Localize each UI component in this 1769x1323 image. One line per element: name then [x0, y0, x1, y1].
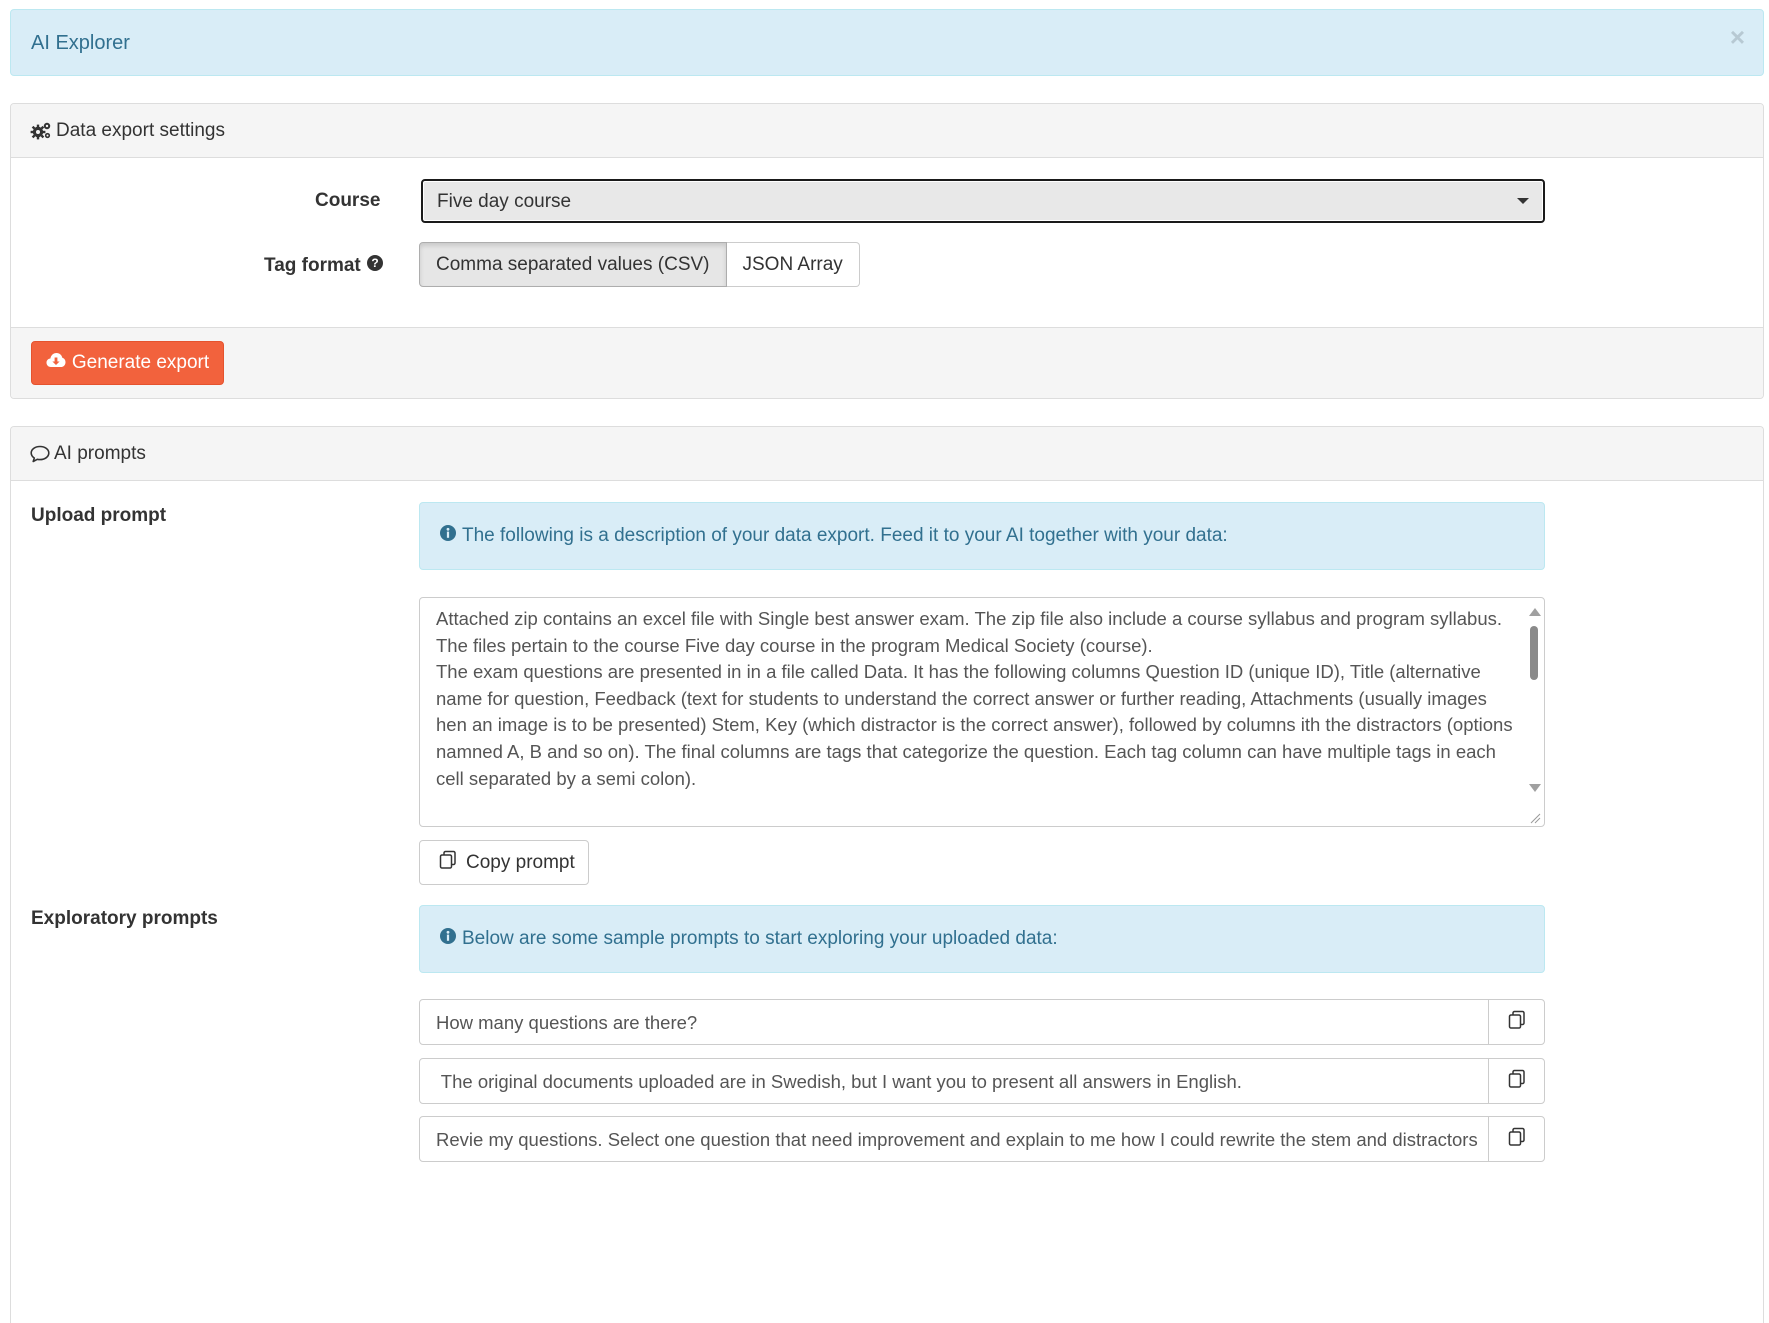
info-circle-icon: [440, 525, 456, 547]
copy-icon: [1507, 1069, 1527, 1094]
sample-prompt-field[interactable]: The original documents uploaded are in S…: [419, 1058, 1489, 1104]
cloud-download-icon: [46, 352, 66, 374]
exploratory-prompts-label: Exploratory prompts: [31, 908, 218, 929]
scroll-down-arrow-icon[interactable]: [1529, 784, 1541, 792]
panel-heading: Data export settings: [11, 104, 1763, 158]
tag-format-json-option[interactable]: JSON Array: [726, 242, 860, 287]
sample-prompt-row: Revie my questions. Select one question …: [419, 1116, 1545, 1162]
scroll-thumb[interactable]: [1530, 626, 1538, 680]
upload-prompt-line: The files pertain to the course Five day…: [436, 634, 1153, 656]
question-circle-icon[interactable]: ?: [366, 255, 383, 277]
generate-export-button[interactable]: Generate export: [31, 341, 224, 385]
sample-prompt-field[interactable]: Revie my questions. Select one question …: [419, 1116, 1489, 1162]
textarea-scrollbar[interactable]: [1526, 602, 1542, 822]
scroll-up-arrow-icon[interactable]: [1529, 608, 1541, 616]
panel-title: Data export settings: [56, 120, 225, 141]
course-select[interactable]: Five day course: [421, 179, 1545, 223]
course-label: Course: [315, 190, 381, 211]
sample-prompt-row: How many questions are there?: [419, 999, 1545, 1045]
tag-format-csv-option[interactable]: Comma separated values (CSV): [419, 242, 727, 287]
upload-prompt-line: Attached zip contains an excel file with…: [436, 608, 1503, 629]
copy-sample-button[interactable]: [1488, 999, 1545, 1045]
upload-prompt-label: Upload prompt: [31, 505, 167, 526]
copy-icon: [1507, 1010, 1527, 1035]
copy-sample-button[interactable]: [1488, 1116, 1545, 1162]
panel-footer: Generate export: [11, 327, 1763, 398]
comment-icon: [30, 445, 50, 463]
sample-prompt-row: The original documents uploaded are in S…: [419, 1058, 1545, 1104]
tag-format-toggle: Comma separated values (CSV) JSON Array: [419, 242, 860, 287]
ai-prompts-panel: AI prompts Upload prompt The following i…: [10, 426, 1764, 1323]
copy-prompt-label: Copy prompt: [466, 851, 575, 873]
panel-title: AI prompts: [54, 443, 146, 464]
ai-explorer-alert: AI Explorer ×: [10, 9, 1764, 76]
sample-prompt-field[interactable]: How many questions are there?: [419, 999, 1489, 1045]
sample-prompt-text: Revie my questions. Select one question …: [436, 1129, 1478, 1150]
course-select-value: Five day course: [437, 191, 572, 212]
exploratory-info-alert: Below are some sample prompts to start e…: [419, 905, 1545, 973]
copy-icon: [1507, 1127, 1527, 1152]
sample-prompt-text: The original documents uploaded are in S…: [436, 1071, 1242, 1092]
copy-sample-button[interactable]: [1488, 1058, 1545, 1104]
upload-info-text: The following is a description of your d…: [462, 525, 1228, 546]
chevron-down-icon: [1517, 198, 1529, 204]
ai-explorer-page: AI Explorer × Data export settings Cours…: [0, 0, 1769, 1323]
resize-handle-icon[interactable]: [1529, 811, 1541, 824]
sample-prompt-text: How many questions are there?: [436, 1012, 698, 1033]
upload-prompt-text: Attached zip contains an excel file with…: [436, 606, 1516, 792]
svg-text:?: ?: [371, 256, 378, 270]
generate-export-label: Generate export: [71, 352, 210, 373]
info-circle-icon: [440, 928, 456, 950]
upload-prompt-textarea[interactable]: Attached zip contains an excel file with…: [419, 597, 1545, 827]
copy-icon: [438, 850, 458, 876]
upload-info-alert: The following is a description of your d…: [419, 502, 1545, 570]
alert-title: AI Explorer: [31, 32, 130, 54]
tag-format-label-text: Tag format: [264, 255, 361, 276]
exploratory-info-text: Below are some sample prompts to start e…: [462, 928, 1058, 949]
gears-icon: [30, 121, 52, 141]
data-export-panel: Data export settings Course Five day cou…: [10, 103, 1764, 399]
panel-heading: AI prompts: [11, 427, 1763, 481]
upload-prompt-line: The exam questions are presented in in a…: [436, 661, 1513, 789]
copy-prompt-button[interactable]: Copy prompt: [419, 840, 589, 885]
tag-format-label: Tag format ?: [264, 255, 383, 277]
close-icon[interactable]: ×: [1730, 24, 1745, 50]
